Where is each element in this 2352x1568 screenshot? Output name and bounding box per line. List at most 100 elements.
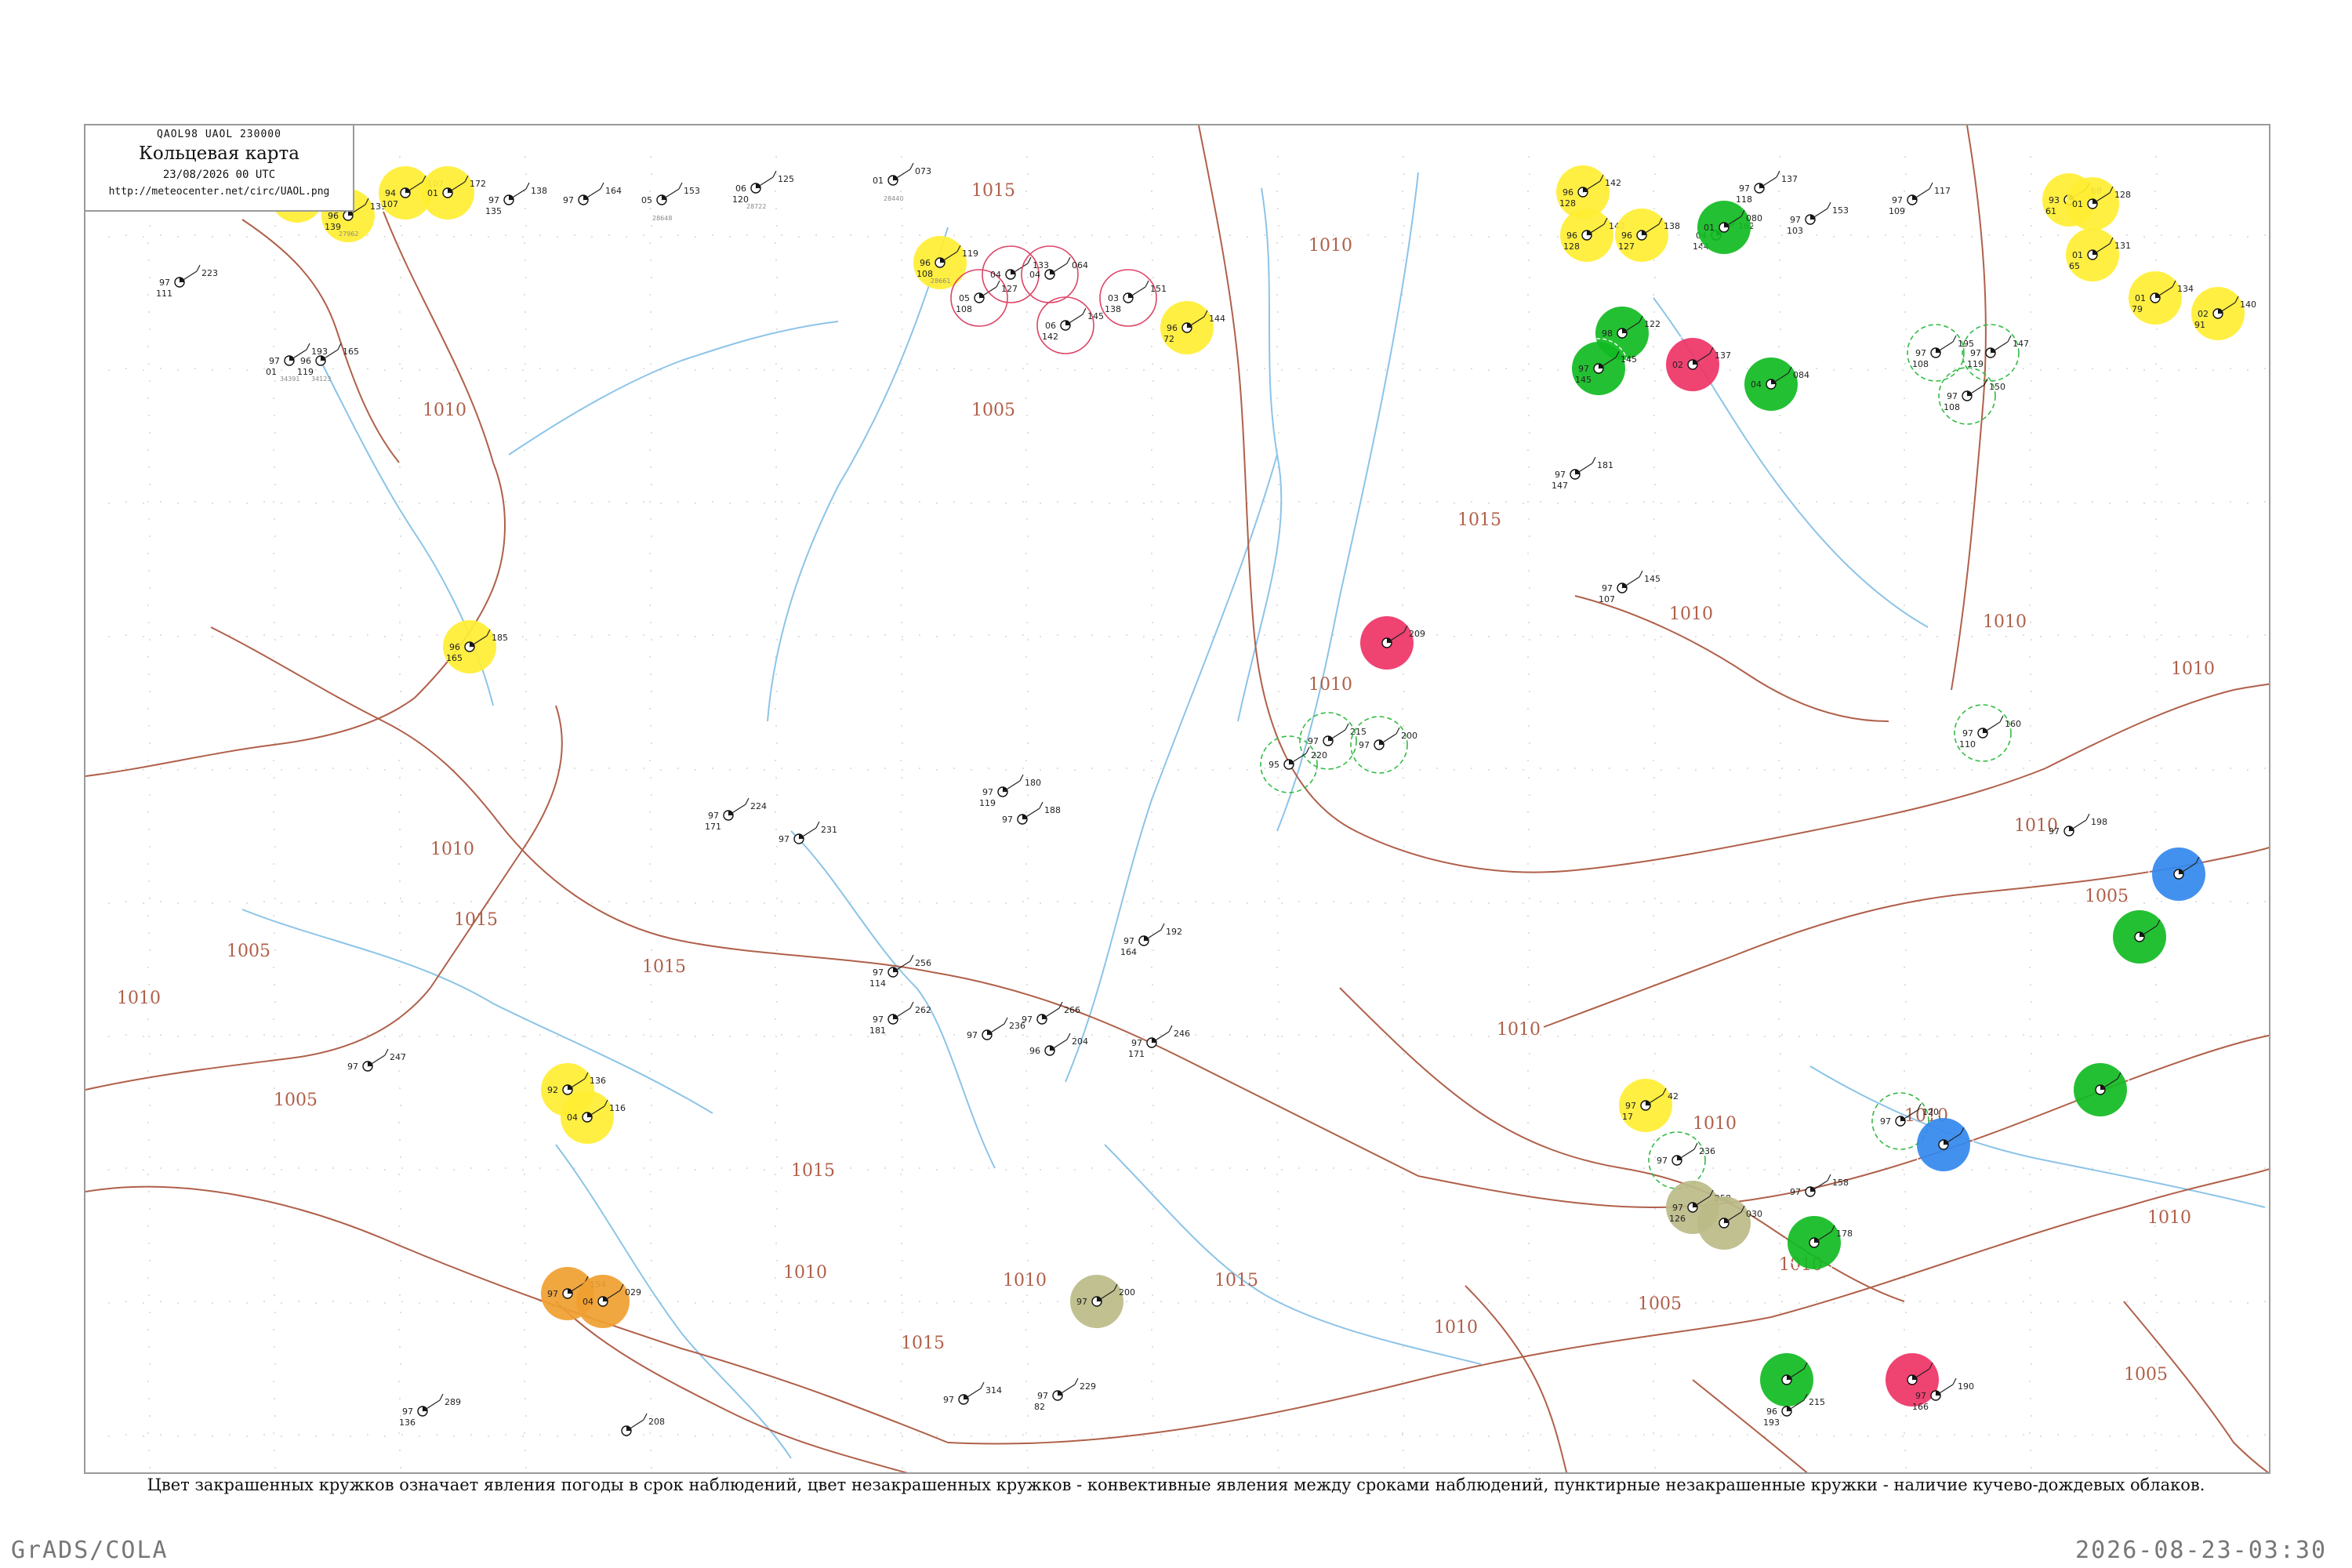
wind-barb-feather [1345, 723, 1349, 731]
station-plain: 289 97136 [399, 1393, 461, 1428]
wind-barb-icon [1574, 463, 1593, 475]
station-pressure: 231 [821, 825, 837, 835]
station-t: 97 [1123, 936, 1134, 946]
wind-barb-feather [337, 343, 342, 350]
station-plain: 208 [621, 1413, 665, 1436]
station-pressure: 172 [470, 179, 486, 189]
station-td: 128 [1559, 198, 1576, 209]
wind-barb-feather [745, 797, 750, 805]
station-t: 01 [1704, 223, 1715, 233]
station-pressure: 188 [1044, 805, 1061, 815]
station-td: 108 [1944, 402, 1960, 412]
isobar-label: 1005 [227, 942, 270, 961]
wind-barb-feather [600, 182, 604, 190]
station-plain: 247 97 [347, 1048, 406, 1072]
isobar-label: 1015 [901, 1334, 945, 1353]
station-t: 97 [159, 278, 170, 288]
wind-barb-feather [1396, 727, 1400, 735]
station-t: 97 [402, 1406, 413, 1417]
station-pressure: 224 [750, 801, 767, 811]
station-pressure: 165 [343, 347, 359, 357]
station-pressure: 138 [1664, 221, 1680, 231]
wind-barb-icon [367, 1054, 386, 1067]
station-cb: 14797119 [1962, 324, 2029, 382]
isobar-label: 1005 [971, 401, 1015, 420]
station-plain: 138 97135 [485, 182, 547, 216]
isobar-label: 1010 [1308, 675, 1352, 695]
station-pressure: 150 [1989, 382, 2005, 392]
station-plain: 231 97 [779, 821, 837, 844]
wind-barb-feather [525, 182, 530, 190]
station-t: 98 [1602, 328, 1613, 339]
station-id: 28440 [884, 195, 903, 202]
station-t: 05 [641, 195, 652, 205]
wind-barb-feather [643, 1413, 648, 1421]
wind-barb-icon [963, 1388, 982, 1400]
station-t: 93 [2049, 195, 2060, 205]
station-plain: 246 97171 [1128, 1025, 1190, 1059]
isobar-label: 1015 [642, 957, 686, 977]
station-pressure: 204 [1072, 1036, 1088, 1047]
river-line [767, 227, 949, 722]
station-plain: 188 97 [1002, 801, 1061, 825]
station-t: 96 [920, 258, 931, 268]
station-t: 97 [873, 1014, 884, 1025]
station-pressure: 128 [2114, 190, 2131, 200]
wind-barb-feather [909, 954, 914, 962]
station-t: 97 [1555, 470, 1566, 480]
station-t: 97 [967, 1030, 978, 1040]
river-line [1809, 1065, 2266, 1208]
station-pressure: 147 [2013, 339, 2029, 349]
station-td: 166 [1912, 1402, 1929, 1412]
station-id: 34123 [311, 376, 331, 383]
station-pressure: 064 [1072, 260, 1088, 270]
station-t: 97 [1022, 1014, 1033, 1025]
station-plain: 153 97103 [1787, 201, 1849, 236]
wind-barb-feather [996, 280, 1000, 288]
station-fog: 128 01 [2066, 177, 2131, 230]
station-plain: 23697 [967, 1017, 1025, 1040]
river-line [1065, 454, 1278, 1083]
wind-barb-icon [1966, 384, 1985, 397]
station-pressure: 200 [1401, 731, 1417, 741]
wind-barb-feather [1066, 256, 1071, 264]
wind-barb-feather [772, 170, 777, 178]
station-pressure: 138 [531, 186, 547, 196]
map-title: Кольцевая карта [139, 143, 299, 164]
wind-barb-feather [1305, 746, 1310, 754]
wind-barb-feather [2085, 813, 2090, 821]
station-t: 97 [1308, 736, 1319, 746]
station-cb: 200 97 [1350, 716, 1417, 774]
source-url[interactable]: http://meteocenter.net/circ/UAOL.png [85, 186, 353, 198]
station-pressure: 117 [1934, 186, 1951, 196]
station-pressure: 160 [2005, 719, 2021, 729]
isobar-label: 1010 [2147, 1208, 2191, 1228]
station-td: 135 [485, 206, 502, 216]
station-td: 127 [1618, 241, 1635, 252]
station-t: 01 [427, 188, 438, 198]
wind-barb-feather [678, 182, 683, 190]
station-t: 97 [1002, 815, 1013, 825]
wind-barb-feather [1074, 1377, 1079, 1385]
legend-caption: Цвет закрашенных кружков означает явлени… [147, 1475, 2205, 1494]
station-pressure: 084 [1793, 370, 1809, 380]
station-td: 61 [2045, 206, 2056, 216]
wind-barb-icon [798, 827, 817, 840]
wind-barb-feather [439, 1393, 444, 1401]
station-pressure: 266 [1064, 1005, 1080, 1015]
rivers [241, 172, 2266, 1459]
isobar-label: 1010 [1983, 612, 2027, 632]
station-rain: 084 04 [1740, 354, 1809, 415]
station-td: 171 [705, 822, 721, 832]
wind-barb-icon [626, 1419, 644, 1432]
isobar-label: 1015 [1214, 1271, 1258, 1290]
station-t: 97 [1602, 583, 1613, 593]
station-t: 97 [1947, 391, 1958, 401]
station-pressure: 142 [1605, 178, 1621, 188]
station-t: 96 [1563, 187, 1573, 198]
wind-barb-icon [583, 188, 601, 201]
wind-barb-feather [1999, 715, 2004, 723]
station-dust: 029 04 [576, 1275, 641, 1328]
wind-barb-icon [1809, 208, 1828, 220]
station-t: 97 [547, 1289, 558, 1299]
